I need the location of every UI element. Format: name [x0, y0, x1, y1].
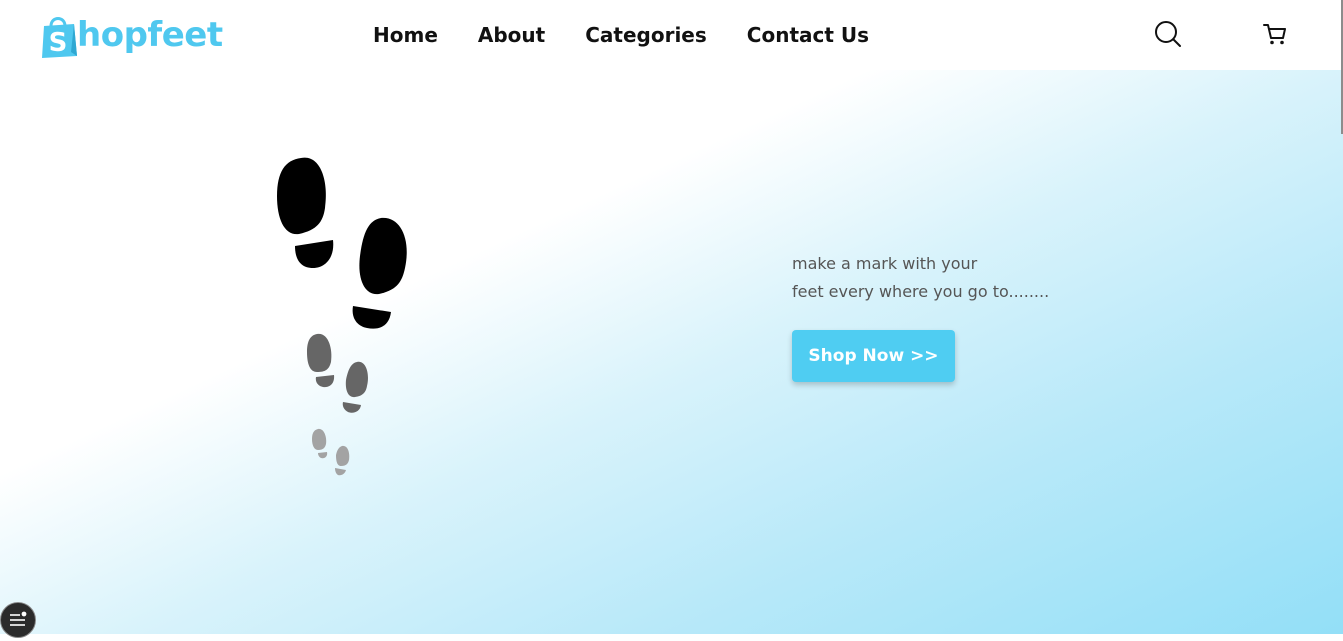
main-nav: Home About Categories Contact Us — [373, 20, 909, 50]
cart-button[interactable] — [1262, 21, 1292, 51]
brand-logo[interactable]: S hopfeet — [41, 10, 223, 60]
nav-contact-us[interactable]: Contact Us — [747, 20, 869, 50]
footprint-large — [277, 157, 407, 329]
shop-now-button[interactable]: Shop Now >> — [792, 330, 955, 382]
nav-about[interactable]: About — [478, 20, 545, 50]
tagline-line-2: feet every where you go to........ — [792, 282, 1050, 301]
menu-icon — [10, 611, 27, 626]
nav-categories[interactable]: Categories — [585, 20, 707, 50]
footprints-illustration — [277, 157, 407, 476]
footprint-medium — [307, 333, 368, 413]
nav-home[interactable]: Home — [373, 20, 438, 50]
tagline-line-1: make a mark with your — [792, 254, 978, 273]
footprint-small — [312, 428, 350, 476]
search-icon — [1155, 21, 1181, 47]
cart-icon — [1263, 24, 1286, 45]
hero-tagline: make a mark with your feet every where y… — [792, 250, 1092, 306]
menu-fab-button[interactable] — [0, 602, 36, 638]
shopping-bag-icon: S — [42, 17, 77, 58]
site-header: S hopfeet Home About Categories Contact … — [0, 0, 1343, 70]
logo-letter: S — [49, 28, 68, 58]
hero-section — [0, 70, 1343, 634]
search-button[interactable] — [1153, 19, 1183, 49]
logo-text: hopfeet — [77, 15, 223, 55]
